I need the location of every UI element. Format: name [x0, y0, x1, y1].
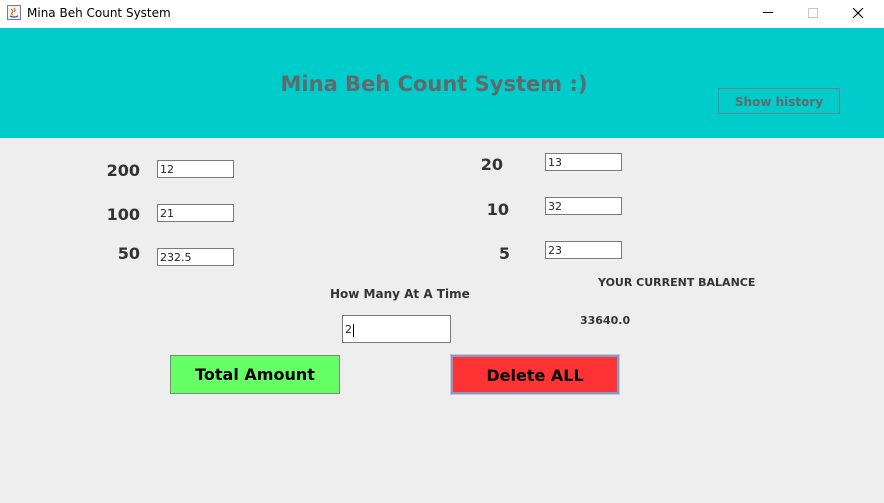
- balance-label: YOUR CURRENT BALANCE: [598, 276, 756, 289]
- minimize-button[interactable]: [745, 0, 791, 28]
- denomination-label-5: 5: [498, 244, 510, 263]
- denomination-label-200: 200: [106, 161, 140, 180]
- denomination-label-10: 10: [486, 200, 509, 219]
- total-amount-button[interactable]: Total Amount: [170, 355, 340, 394]
- quantity-label: How Many At A Time: [330, 287, 470, 301]
- denomination-label-50: 50: [117, 244, 140, 263]
- maximize-button[interactable]: [790, 0, 836, 28]
- window-titlebar: Mina Beh Count System: [0, 0, 884, 28]
- quantity-input[interactable]: 2: [342, 315, 451, 343]
- window-title: Mina Beh Count System: [27, 6, 171, 20]
- denomination-input-10[interactable]: 32: [545, 197, 622, 215]
- balance-value: 33640.0: [580, 314, 631, 327]
- denomination-input-20[interactable]: 13: [545, 153, 622, 171]
- close-button[interactable]: [835, 0, 881, 28]
- quantity-value: 2: [345, 323, 352, 336]
- denomination-input-5[interactable]: 23: [545, 241, 622, 259]
- text-caret: [353, 323, 354, 337]
- java-app-icon: [7, 5, 21, 20]
- denomination-input-50[interactable]: 232.5: [157, 248, 234, 266]
- denomination-input-100[interactable]: 21: [157, 204, 234, 222]
- header-banner: Mina Beh Count System :) Show history: [0, 28, 884, 138]
- denomination-input-200[interactable]: 12: [157, 160, 234, 178]
- denomination-label-20: 20: [480, 155, 503, 174]
- show-history-button[interactable]: Show history: [718, 88, 840, 114]
- delete-all-button[interactable]: Delete ALL: [450, 354, 620, 395]
- denomination-label-100: 100: [106, 205, 140, 224]
